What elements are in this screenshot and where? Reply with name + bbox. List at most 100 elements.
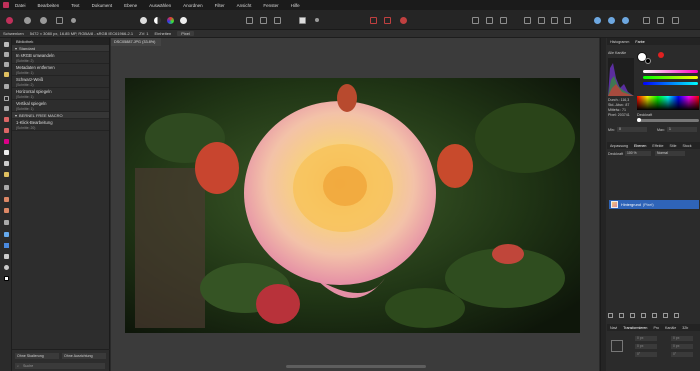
adjustment-layer-icon[interactable] [630, 313, 635, 318]
paint-brush-icon[interactable] [2, 115, 10, 123]
selection-add-icon[interactable] [258, 15, 268, 25]
menu-filter[interactable]: Filter [215, 3, 225, 8]
min-input[interactable]: 0 [617, 127, 647, 132]
export-persona-icon[interactable] [68, 15, 78, 25]
gradient-tool-icon[interactable] [2, 170, 10, 178]
hue-slider-1[interactable] [643, 70, 698, 73]
channel-select[interactable]: Alle Kanäle [608, 51, 626, 55]
view-compare-icon[interactable] [670, 15, 680, 25]
pen-tool-icon[interactable] [2, 230, 10, 238]
tab-transform[interactable]: Transformieren [623, 326, 647, 330]
scale-select[interactable]: Ohne Skalierung [15, 353, 59, 359]
transform-rotation-input[interactable]: 0° [635, 352, 657, 357]
document-tab[interactable]: DSC05887.JPG (33.8%) [111, 38, 161, 46]
cloud-icon[interactable] [606, 15, 616, 25]
arrange-flip-icon[interactable] [549, 15, 559, 25]
color-picker-icon[interactable] [658, 52, 664, 58]
clone-tool-icon[interactable] [2, 195, 10, 203]
auto-colors-icon[interactable] [165, 15, 175, 25]
menu-text[interactable]: Text [71, 3, 79, 8]
mask-dropdown-icon[interactable] [312, 15, 322, 25]
tone-mapping-persona-icon[interactable] [54, 15, 64, 25]
pixel-tool-icon[interactable] [2, 137, 10, 145]
photo-persona-icon[interactable] [4, 15, 14, 25]
delete-layer-icon[interactable] [674, 313, 679, 318]
hue-slider-3[interactable] [643, 82, 698, 85]
macro-group-standard[interactable]: ▾ Standard [12, 45, 109, 52]
macro-item[interactable]: 1-Klick-Bearbeitung (Schritte: 20) [12, 119, 109, 131]
blend-mode-select[interactable]: Normal [655, 151, 685, 156]
view-tool-icon[interactable] [2, 40, 10, 48]
menu-fenster[interactable]: Fenster [263, 3, 278, 8]
live-filter-icon[interactable] [641, 313, 646, 318]
units-select[interactable]: Pixel [177, 31, 194, 36]
opacity-slider-handle[interactable] [637, 118, 641, 122]
selection-mode-icon[interactable] [244, 15, 254, 25]
develop-persona-icon[interactable] [38, 15, 48, 25]
library-search-input[interactable]: ⌕ Suche [15, 363, 105, 369]
arrange-back-icon[interactable] [536, 15, 546, 25]
flood-select-icon[interactable] [2, 82, 10, 90]
auto-contrast-icon[interactable] [152, 15, 162, 25]
layer-mask-icon[interactable] [619, 313, 624, 318]
auto-levels-icon[interactable] [138, 15, 148, 25]
max-input[interactable]: 1 [667, 127, 697, 132]
zoom-tool-icon[interactable] [2, 263, 10, 271]
tab-layers[interactable]: Ebenen [634, 144, 646, 148]
menu-dokument[interactable]: Dokument [92, 3, 113, 8]
add-layer-icon[interactable] [663, 313, 668, 318]
snapping-icon[interactable] [382, 15, 392, 25]
hue-slider-2[interactable] [643, 76, 698, 79]
menu-ebene[interactable]: Ebene [124, 3, 137, 8]
menu-datei[interactable]: Datei [15, 3, 26, 8]
layer-opacity-input[interactable]: 100 % [625, 151, 651, 156]
blemish-tool-icon[interactable] [2, 206, 10, 214]
view-split-icon[interactable] [655, 15, 665, 25]
tab-color[interactable]: Farbe [635, 40, 644, 44]
transform-y-input[interactable]: 0 px [635, 344, 657, 349]
shape-tool-icon[interactable] [2, 241, 10, 249]
transform-h-input[interactable]: 0 px [671, 344, 693, 349]
tab-history[interactable]: Pro [653, 326, 659, 330]
menu-auswaehlen[interactable]: Auswählen [149, 3, 171, 8]
crop-tool-icon[interactable] [2, 60, 10, 68]
rose-photo[interactable] [125, 78, 580, 333]
menu-anordnen[interactable]: Anordnen [183, 3, 203, 8]
share-icon[interactable] [620, 15, 630, 25]
panel-collapse-strip[interactable] [601, 38, 606, 371]
transform-shear-input[interactable]: 0° [671, 352, 693, 357]
dodge-tool-icon[interactable] [2, 183, 10, 191]
macro-item[interactable]: In sRGB umwandeln (Schritte: 2) [12, 52, 109, 64]
layer-settings-icon[interactable] [608, 313, 613, 318]
secondary-color-swatch[interactable] [645, 58, 651, 64]
assistant-icon[interactable] [368, 15, 378, 25]
tab-32bit[interactable]: 32b [682, 326, 688, 330]
macro-group-bernel[interactable]: ▾ BERNEL FREE MACRO [12, 112, 109, 119]
align-select[interactable]: Ohne Ausrichtung [62, 353, 106, 359]
menu-bearbeiten[interactable]: Bearbeiten [38, 3, 60, 8]
align-left-icon[interactable] [470, 15, 480, 25]
library-tab[interactable]: Bibliothek [12, 38, 109, 45]
transform-x-input[interactable]: 0 px [635, 336, 657, 341]
macro-item[interactable]: Horizontal spiegeln (Schritte: 1) [12, 88, 109, 100]
color-spectrum[interactable] [637, 96, 699, 110]
selection-subtract-icon[interactable] [272, 15, 282, 25]
transform-w-input[interactable]: 0 px [671, 336, 693, 341]
macro-item[interactable]: Vertikal spiegeln (Schritte: 1) [12, 100, 109, 112]
arrange-more-icon[interactable] [562, 15, 572, 25]
blur-tool-icon[interactable] [2, 218, 10, 226]
tab-styles[interactable]: Stile [670, 144, 677, 148]
text-tool-icon[interactable] [2, 252, 10, 260]
rect-marquee-icon[interactable] [2, 94, 10, 102]
tab-stock[interactable]: Stock [683, 144, 692, 148]
tab-histogram[interactable]: Histogramm [610, 40, 629, 44]
horizontal-scrollbar[interactable] [286, 365, 426, 368]
menu-hilfe[interactable]: Hilfe [291, 3, 300, 8]
eyedropper-icon[interactable] [2, 104, 10, 112]
macro-item[interactable]: Schwarz-Weiß (Schritte: 2) [12, 76, 109, 88]
tab-channels[interactable]: Kanäle [665, 326, 676, 330]
layer-row[interactable]: Hintergrund (Pixel) [609, 200, 699, 209]
align-right-icon[interactable] [498, 15, 508, 25]
app-logo[interactable] [3, 2, 9, 8]
chat-icon[interactable] [592, 15, 602, 25]
